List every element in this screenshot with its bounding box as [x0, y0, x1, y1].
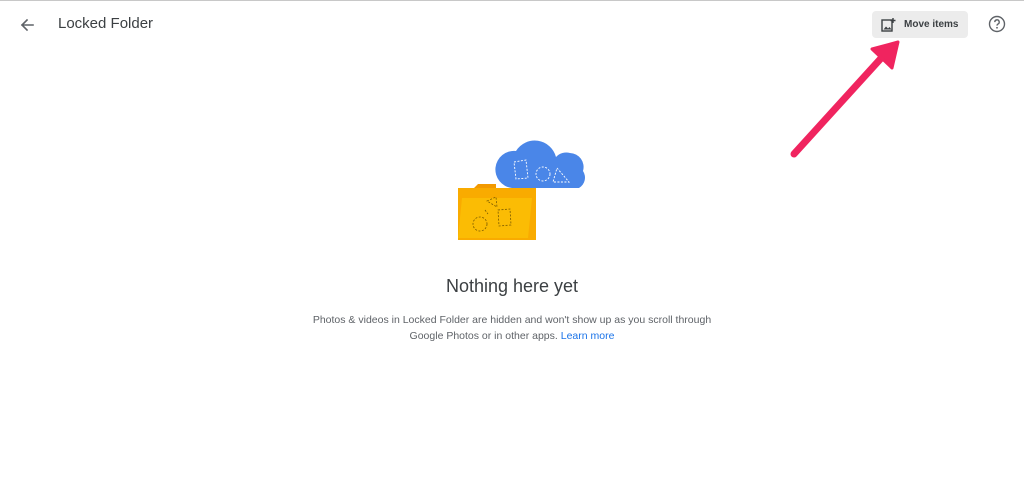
move-items-button[interactable]: Move items	[872, 11, 968, 38]
folder-cloud-illustration	[440, 140, 600, 245]
app-header: Locked Folder Move items	[0, 0, 1024, 50]
arrow-back-icon	[20, 18, 34, 32]
back-button[interactable]	[14, 12, 40, 38]
empty-state-description: Photos & videos in Locked Folder are hid…	[312, 312, 712, 344]
empty-state-title: Nothing here yet	[445, 276, 579, 296]
help-button[interactable]	[987, 14, 1007, 34]
learn-more-link[interactable]: Learn more	[561, 330, 615, 342]
help-circle-icon	[988, 15, 1006, 33]
move-items-label: Move items	[904, 19, 959, 30]
page-title: Locked Folder	[58, 15, 154, 32]
add-photo-icon	[880, 17, 896, 33]
empty-state-text: Photos & videos in Locked Folder are hid…	[312, 314, 712, 342]
